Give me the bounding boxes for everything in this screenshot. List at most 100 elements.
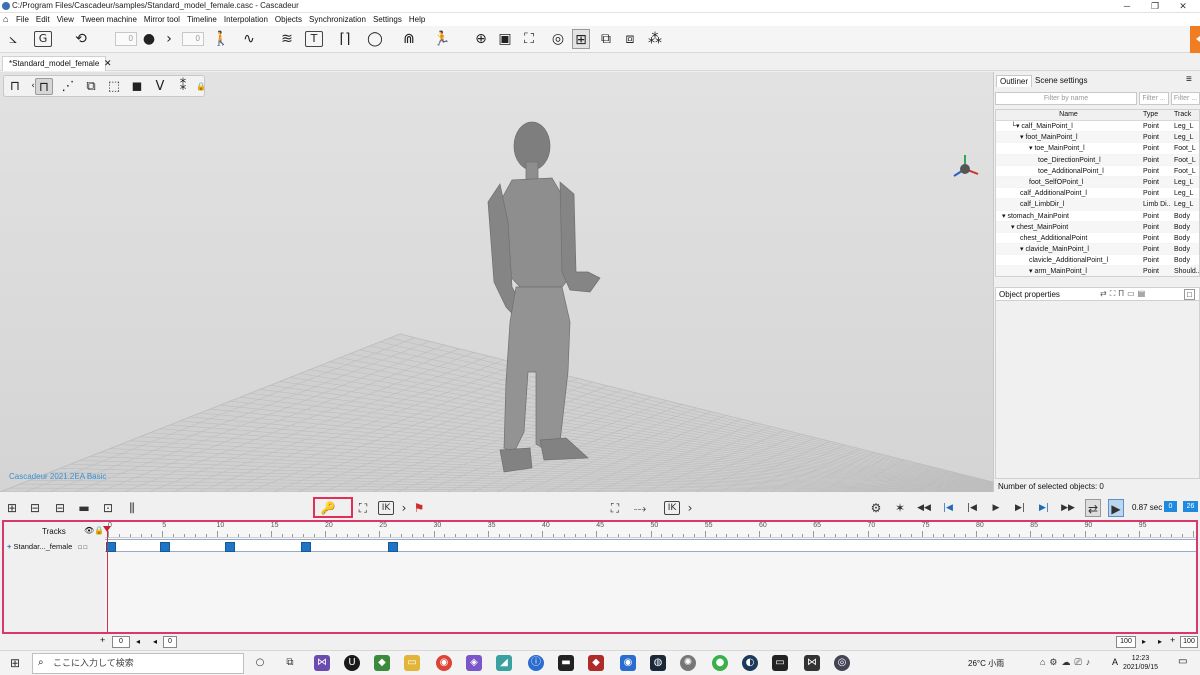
range-icon[interactable]: ⛶ bbox=[607, 499, 623, 517]
float-panel-icon[interactable]: □ bbox=[1184, 289, 1195, 300]
outliner-row[interactable]: ▾ clavicle_MainPoint_l Point Body bbox=[996, 244, 1199, 256]
outliner-row[interactable]: ▾ toe_MainPoint_l Point Foot_L bbox=[996, 143, 1199, 155]
outliner-row[interactable]: calf_LimbDir_l Limb Di... Leg_L bbox=[996, 199, 1199, 211]
menu-interpolation[interactable]: Interpolation bbox=[224, 15, 268, 24]
properties-toolbar-icons[interactable]: ⇄⛶Π▭▤ bbox=[1100, 289, 1148, 299]
selection-box-icon[interactable]: ⬚ bbox=[105, 78, 123, 95]
filter-name-input[interactable]: Filter by name bbox=[995, 92, 1137, 105]
ime-indicator[interactable]: A bbox=[1112, 657, 1118, 667]
visibility-lock-icon[interactable]: 👁🔒 bbox=[84, 526, 104, 535]
next-frame-icon[interactable]: ▶| bbox=[1012, 499, 1028, 517]
taskbar-search[interactable]: ここに入力して検索 bbox=[32, 653, 244, 674]
scroll-left-2-icon[interactable]: ◂ bbox=[153, 637, 157, 646]
weather[interactable]: 26°C 小雨 bbox=[968, 658, 1004, 669]
filter-track-input[interactable]: Filter ... bbox=[1171, 92, 1200, 105]
jump-icon[interactable]: ⋒ bbox=[400, 29, 418, 49]
split-icon[interactable]: ⫼ bbox=[124, 499, 140, 517]
maximize-button[interactable]: ❐ bbox=[1142, 0, 1168, 13]
outliner-row[interactable]: ▾ foot_MainPoint_l Point Leg_L bbox=[996, 132, 1199, 144]
points-mode-icon[interactable]: ⋰ bbox=[59, 78, 77, 95]
fulcrum-icon[interactable]: ✶ bbox=[892, 499, 908, 517]
outliner-row[interactable]: ▾ chest_MainPoint Point Body bbox=[996, 221, 1199, 233]
outliner-tree[interactable]: Name Type Track └▾ calf_MainPoint_l Point… bbox=[995, 109, 1200, 277]
auto-physics-icon[interactable]: ⚙ bbox=[868, 499, 884, 517]
loop-playback-icon[interactable]: ⇄ bbox=[1085, 499, 1101, 517]
ik-icon[interactable]: IK bbox=[378, 501, 394, 515]
terminal-icon[interactable]: ▬ bbox=[558, 655, 574, 671]
camera-track-icon[interactable]: ⊡ bbox=[100, 499, 116, 517]
rewind-icon[interactable]: ◀◀ bbox=[916, 499, 932, 517]
menu-settings[interactable]: Settings bbox=[373, 15, 402, 24]
menu-timeline[interactable]: Timeline bbox=[187, 15, 217, 24]
panel-menu-icon[interactable]: ≡ bbox=[1186, 74, 1192, 85]
tray-icons[interactable]: ⌂⚙☁⎚♪ bbox=[1040, 657, 1094, 668]
task-view-icon[interactable]: ⧉ bbox=[282, 655, 298, 671]
app-icon-18[interactable]: ◎ bbox=[834, 655, 850, 671]
outliner-row[interactable]: chest_AdditionalPoint Point Body bbox=[996, 233, 1199, 245]
menu-file[interactable]: File bbox=[16, 15, 29, 24]
notification-icon[interactable]: ▭ bbox=[1178, 656, 1187, 667]
outliner-row[interactable]: clavicle_AdditionalPoint_l Point Body bbox=[996, 255, 1199, 267]
swap-icon[interactable]: ⧉ bbox=[597, 29, 615, 49]
prev-frame-icon[interactable]: |◀ bbox=[964, 499, 980, 517]
frame-field-current[interactable]: 0 bbox=[1164, 501, 1177, 512]
ik-next-icon[interactable]: › bbox=[396, 499, 412, 517]
keyframe[interactable] bbox=[301, 542, 312, 552]
close-button[interactable]: ✕ bbox=[1170, 0, 1196, 13]
outliner-row[interactable]: toe_AdditionalPoint_l Point Foot_L bbox=[996, 166, 1199, 177]
range-end-field[interactable]: 100 bbox=[1116, 636, 1136, 648]
app-icon-3[interactable]: ◆ bbox=[374, 655, 390, 671]
system-clock[interactable]: 12:23 2021/09/15 bbox=[1123, 654, 1158, 672]
frame-ruler[interactable]: 05101520253035404550556065707580859095 bbox=[105, 522, 1196, 538]
interpolation-icon[interactable]: ≋ bbox=[278, 29, 296, 49]
menu-tween-machine[interactable]: Tween machine bbox=[81, 15, 137, 24]
keyframe[interactable] bbox=[388, 542, 399, 552]
outliner-row[interactable]: foot_SelfOPoint_l Point Leg_L bbox=[996, 176, 1199, 189]
bracket-icon[interactable]: ⌈⌉ bbox=[336, 29, 354, 49]
run-icon[interactable]: 🏃 bbox=[433, 29, 451, 49]
key-dot-icon[interactable]: ● bbox=[140, 29, 158, 49]
vertex-icon[interactable]: V bbox=[151, 78, 169, 95]
zoom-out-icon[interactable]: + bbox=[1170, 635, 1175, 645]
add-layer-icon[interactable]: ⊟ bbox=[27, 499, 43, 517]
flag-icon[interactable]: ⚑ bbox=[411, 499, 427, 517]
collapse-panel-button[interactable] bbox=[1190, 26, 1200, 53]
playback-mode-icon[interactable]: ▶ bbox=[1108, 499, 1124, 517]
start-icon[interactable]: ⊞ bbox=[10, 656, 20, 670]
ik-next-icon-2[interactable]: › bbox=[682, 499, 698, 517]
scroll-right-2-icon[interactable]: ▸ bbox=[1158, 637, 1162, 646]
tab-scene-settings[interactable]: Scene settings bbox=[1032, 75, 1090, 86]
copy-icon[interactable]: ⧈ bbox=[621, 29, 639, 49]
curve-icon[interactable]: ⤏ bbox=[632, 499, 648, 517]
frame-field-1[interactable]: 0 bbox=[115, 32, 137, 46]
cascadeur-icon[interactable]: ◐ bbox=[742, 655, 758, 671]
outliner-row[interactable]: toe_DirectionPoint_l Point Foot_L bbox=[996, 154, 1199, 166]
keyframe[interactable] bbox=[225, 542, 236, 552]
tangent-icon[interactable]: T bbox=[305, 31, 323, 47]
viewport-3d[interactable]: ⊓ ‹ ⊓ ⋰ ⧉ ⬚ ◼ V ⁑ 🔒 Cascadeur 2021.2EA B… bbox=[0, 72, 993, 492]
zoom-in-icon[interactable]: + bbox=[100, 635, 105, 645]
walk-icon[interactable]: 🚶 bbox=[212, 29, 230, 49]
cube-solid-icon[interactable]: ◼ bbox=[128, 78, 146, 95]
evernote-icon[interactable]: ● bbox=[712, 655, 728, 671]
lock-icon[interactable]: 🔒 bbox=[192, 78, 210, 95]
chrome-icon[interactable]: ◉ bbox=[436, 655, 452, 671]
key-button-highlight[interactable] bbox=[313, 497, 353, 518]
tab-outliner[interactable]: Outliner bbox=[996, 75, 1033, 87]
cortana-icon[interactable]: ○ bbox=[252, 655, 268, 671]
file-explorer-icon[interactable]: ▭ bbox=[404, 655, 420, 671]
frame-icon[interactable]: ⛶ bbox=[520, 29, 538, 49]
outliner-row[interactable]: calf_AdditionalPoint_l Point Leg_L bbox=[996, 188, 1199, 200]
axes-tool-icon[interactable]: ⦣ bbox=[4, 29, 22, 49]
fast-forward-icon[interactable]: ▶▶ bbox=[1060, 499, 1076, 517]
playhead[interactable] bbox=[103, 526, 111, 632]
app-icon-17[interactable]: ⋈ bbox=[804, 655, 820, 671]
maps-icon[interactable]: ◉ bbox=[620, 655, 636, 671]
spline-icon[interactable]: ∿ bbox=[240, 29, 258, 49]
app-icon-10[interactable]: ◆ bbox=[588, 655, 604, 671]
scroll-left-icon[interactable]: ◂ bbox=[136, 637, 140, 646]
range-start-field[interactable]: 0 bbox=[112, 636, 130, 648]
target-icon[interactable]: ⊕ bbox=[472, 29, 490, 49]
cube-wire-icon[interactable]: ⧉ bbox=[82, 78, 100, 95]
start-icon[interactable]: |◀ bbox=[940, 499, 956, 517]
